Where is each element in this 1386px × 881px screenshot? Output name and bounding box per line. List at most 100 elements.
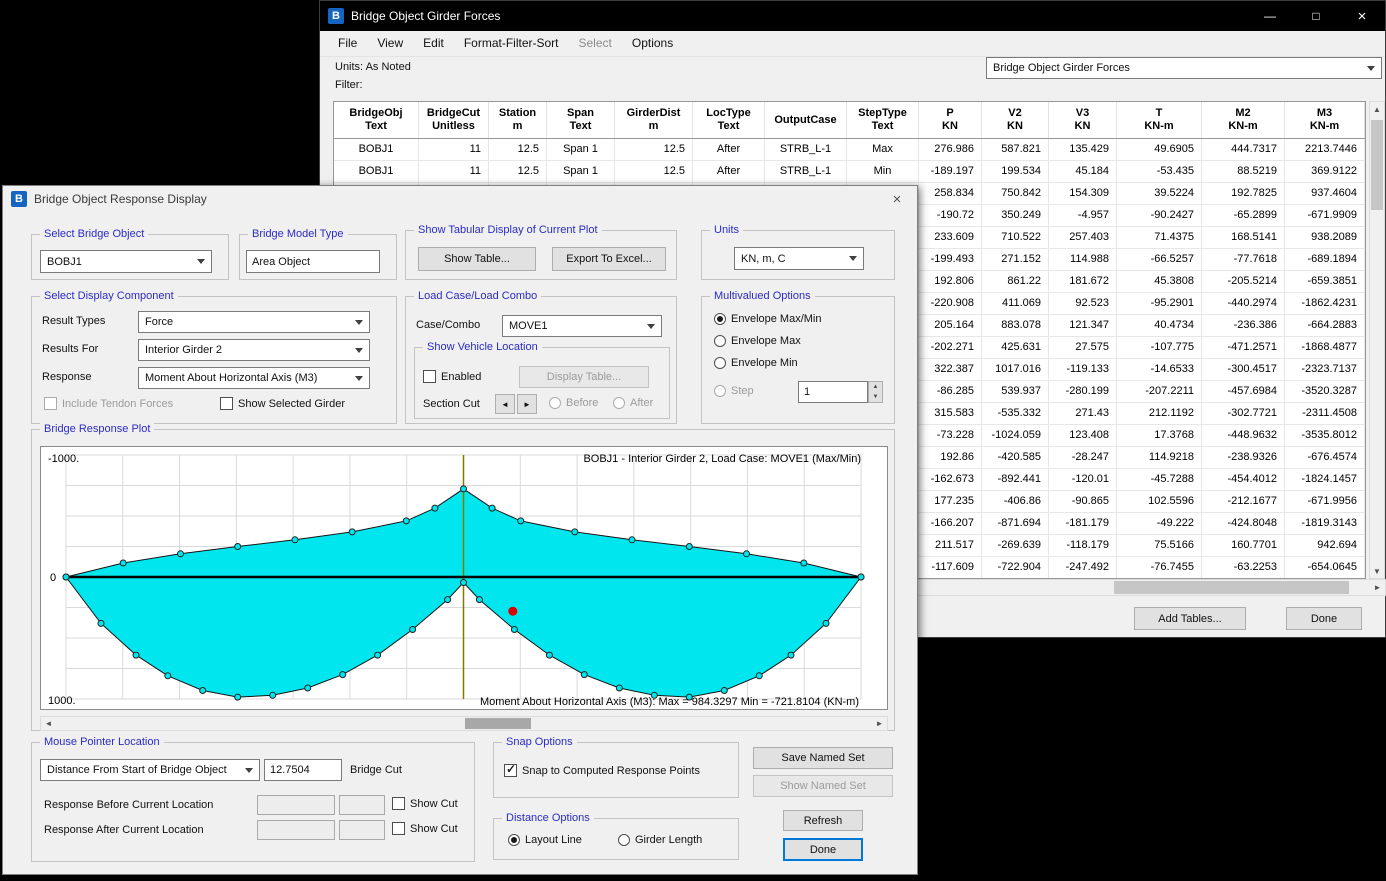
- forces-titlebar[interactable]: B Bridge Object Girder Forces — □ ×: [320, 1, 1385, 31]
- response-plot[interactable]: -1000.01000.BOBJ1 - Interior Girder 2, L…: [40, 446, 888, 710]
- results-for-value: Interior Girder 2: [145, 344, 222, 356]
- table-cell: -269.639: [982, 535, 1049, 556]
- add-tables-button[interactable]: Add Tables...: [1134, 607, 1246, 630]
- forces-done-button[interactable]: Done: [1286, 607, 1362, 630]
- menu-options[interactable]: Options: [622, 31, 683, 56]
- result-types-combo[interactable]: Force: [138, 311, 370, 333]
- scroll-left-icon[interactable]: ◄: [41, 717, 56, 730]
- layout-line-radio[interactable]: Layout Line: [508, 834, 582, 846]
- table-row[interactable]: BOBJ11112.5Span 112.5AfterSTRB_L-1Min-18…: [334, 161, 1365, 183]
- export-to-excel-button[interactable]: Export To Excel...: [552, 247, 666, 271]
- table-cell: 12.5: [489, 161, 547, 182]
- checkbox-box[interactable]: [504, 764, 517, 777]
- show-selected-girder-checkbox[interactable]: Show Selected Girder: [220, 397, 345, 410]
- table-cell: -420.585: [982, 447, 1049, 468]
- column-header-span[interactable]: SpanText: [547, 102, 615, 138]
- section-cut-prev-button[interactable]: ◄: [495, 394, 515, 414]
- column-header-v3[interactable]: V3KN: [1049, 102, 1117, 138]
- table-selector-combo[interactable]: Bridge Object Girder Forces: [986, 57, 1382, 79]
- menu-view[interactable]: View: [367, 31, 413, 56]
- envelope-max-radio[interactable]: Envelope Max: [714, 335, 801, 347]
- menu-file[interactable]: File: [328, 31, 367, 56]
- save-named-set-button[interactable]: Save Named Set: [753, 747, 893, 769]
- plot-scrollbar[interactable]: ◄ ►: [40, 716, 888, 731]
- column-header-girderdist[interactable]: GirderDistm: [615, 102, 693, 138]
- column-header-v2[interactable]: V2KN: [982, 102, 1049, 138]
- table-cell: -118.179: [1049, 535, 1117, 556]
- close-icon[interactable]: ×: [877, 186, 917, 212]
- scroll-right-icon[interactable]: ►: [872, 717, 887, 730]
- show-cut-before-checkbox[interactable]: Show Cut: [392, 797, 458, 810]
- maximize-icon[interactable]: □: [1293, 1, 1339, 31]
- column-header-bridgeobj[interactable]: BridgeObjText: [334, 102, 419, 138]
- table-cell: -664.2883: [1285, 315, 1365, 336]
- bridge-object-combo[interactable]: BOBJ1: [40, 250, 212, 273]
- response-combo[interactable]: Moment About Horizontal Axis (M3): [138, 367, 370, 389]
- scroll-down-icon[interactable]: ▼: [1370, 564, 1384, 578]
- response-titlebar[interactable]: B Bridge Object Response Display ×: [3, 186, 917, 212]
- group-label: Units: [710, 224, 743, 236]
- units-combo[interactable]: KN, m, C: [734, 247, 864, 270]
- column-header-p[interactable]: PKN: [919, 102, 982, 138]
- response-plot-svg[interactable]: -1000.01000.BOBJ1 - Interior Girder 2, L…: [41, 447, 887, 709]
- scroll-right-icon[interactable]: ►: [1370, 580, 1385, 595]
- radio-dot[interactable]: [714, 335, 726, 347]
- distance-value-field[interactable]: [264, 759, 342, 781]
- close-icon[interactable]: ×: [1339, 1, 1385, 31]
- table-vscrollbar[interactable]: ▲ ▼: [1369, 101, 1385, 579]
- minimize-icon[interactable]: —: [1247, 1, 1293, 31]
- response-done-button[interactable]: Done: [783, 838, 863, 861]
- radio-dot[interactable]: [618, 834, 630, 846]
- chevron-down-icon: [355, 320, 363, 325]
- group-label: Bridge Response Plot: [40, 423, 154, 435]
- checkbox-box[interactable]: [392, 822, 405, 835]
- column-header-outputcase[interactable]: OutputCase: [765, 102, 847, 138]
- svg-text:1000.: 1000.: [48, 695, 76, 707]
- envelope-maxmin-radio[interactable]: Envelope Max/Min: [714, 313, 822, 325]
- envelope-min-radio[interactable]: Envelope Min: [714, 357, 798, 369]
- column-header-bridgecut[interactable]: BridgeCutUnitless: [419, 102, 489, 138]
- menu-select[interactable]: Select: [569, 31, 622, 56]
- scroll-up-icon[interactable]: ▲: [1370, 102, 1384, 116]
- hscrollbar-thumb[interactable]: [1114, 581, 1349, 594]
- column-header-m2[interactable]: M2KN-m: [1202, 102, 1285, 138]
- girder-length-radio[interactable]: Girder Length: [618, 834, 702, 846]
- show-table-button[interactable]: Show Table...: [418, 247, 536, 271]
- table-row[interactable]: BOBJ11112.5Span 112.5AfterSTRB_L-1Max276…: [334, 139, 1365, 161]
- snap-checkbox[interactable]: Snap to Computed Response Points: [504, 764, 700, 777]
- step-value-field[interactable]: 1: [798, 381, 868, 403]
- case-combo[interactable]: MOVE1: [502, 315, 662, 337]
- vscrollbar-thumb[interactable]: [1371, 120, 1383, 210]
- radio-dot[interactable]: [714, 313, 726, 325]
- table-cell: 49.6905: [1117, 139, 1202, 160]
- checkbox-box[interactable]: [220, 397, 233, 410]
- spin-up-icon[interactable]: ▲: [869, 382, 882, 392]
- section-cut-next-button[interactable]: ►: [517, 394, 537, 414]
- column-header-station[interactable]: Stationm: [489, 102, 547, 138]
- checkbox-box[interactable]: [423, 370, 436, 383]
- spin-down-icon[interactable]: ▼: [869, 392, 882, 402]
- distance-mode-combo[interactable]: Distance From Start of Bridge Object: [40, 759, 260, 781]
- response-after-value-field: [257, 820, 335, 840]
- checkbox-box[interactable]: [392, 797, 405, 810]
- step-spinner[interactable]: ▲▼: [868, 381, 883, 403]
- table-cell: -77.7618: [1202, 249, 1285, 270]
- radio-dot[interactable]: [714, 357, 726, 369]
- show-cut-after-checkbox[interactable]: Show Cut: [392, 822, 458, 835]
- table-cell: 192.86: [919, 447, 982, 468]
- refresh-button[interactable]: Refresh: [783, 810, 863, 831]
- show-vehicle-location-group: Show Vehicle Location Enabled Display Ta…: [414, 347, 670, 419]
- column-header-t[interactable]: TKN-m: [1117, 102, 1202, 138]
- vehicle-enabled-checkbox[interactable]: Enabled: [423, 370, 481, 383]
- results-for-combo[interactable]: Interior Girder 2: [138, 339, 370, 361]
- column-header-m3[interactable]: M3KN-m: [1285, 102, 1365, 138]
- column-header-loctype[interactable]: LocTypeText: [693, 102, 765, 138]
- column-header-steptype[interactable]: StepTypeText: [847, 102, 919, 138]
- radio-label: Envelope Max: [731, 335, 801, 347]
- menu-edit[interactable]: Edit: [413, 31, 454, 56]
- app-icon: B: [328, 8, 344, 24]
- menu-format-filter-sort[interactable]: Format-Filter-Sort: [454, 31, 569, 56]
- plot-scrollbar-thumb[interactable]: [465, 718, 531, 729]
- table-cell: 88.5219: [1202, 161, 1285, 182]
- radio-dot[interactable]: [508, 834, 520, 846]
